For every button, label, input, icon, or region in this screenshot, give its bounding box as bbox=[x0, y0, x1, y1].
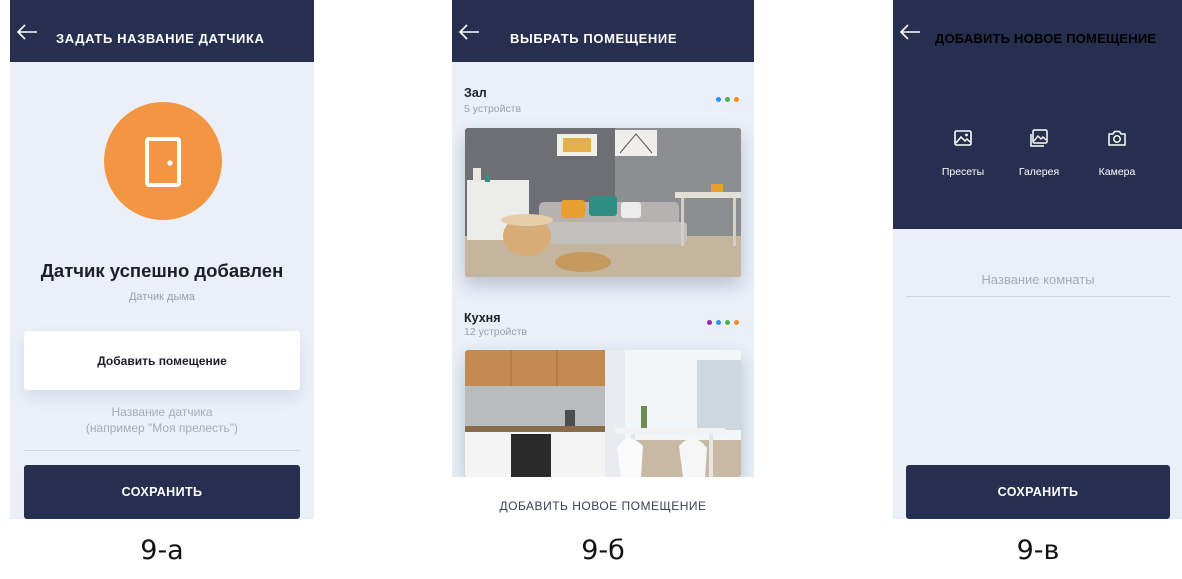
screen-add-new-room: ДОБАВИТЬ НОВОЕ ПОМЕЩЕНИЕ Пресеты Галерея… bbox=[893, 0, 1182, 519]
status-dot bbox=[734, 97, 739, 102]
status-dot bbox=[725, 320, 730, 325]
back-arrow-icon[interactable] bbox=[899, 24, 921, 40]
sensor-icon-badge bbox=[104, 102, 222, 220]
gallery-button[interactable]: Галерея bbox=[999, 128, 1079, 178]
back-arrow-icon[interactable] bbox=[16, 24, 38, 40]
sensor-name-input[interactable]: Название датчика (например "Моя прелесть… bbox=[24, 404, 300, 451]
status-dot bbox=[716, 97, 721, 102]
presets-label: Пресеты bbox=[941, 166, 985, 178]
header-title: ВЫБРАТЬ ПОМЕЩЕНИЕ bbox=[510, 31, 678, 46]
gallery-label: Галерея bbox=[1018, 166, 1060, 178]
add-room-button[interactable]: Добавить помещение bbox=[24, 331, 300, 390]
living-room-photo[interactable] bbox=[465, 128, 741, 277]
status-dot bbox=[725, 97, 730, 102]
room-device-count: 5 устройств bbox=[464, 103, 522, 115]
sensor-name-placeholder-example: (например "Моя прелесть") bbox=[85, 421, 239, 435]
gallery-icon bbox=[1030, 129, 1048, 147]
save-button[interactable]: СОХРАНИТЬ bbox=[906, 465, 1170, 519]
back-arrow-icon[interactable] bbox=[458, 24, 480, 40]
sensor-name-placeholder: Название датчика bbox=[111, 405, 213, 419]
camera-button[interactable]: Камера bbox=[1077, 128, 1157, 178]
success-title: Датчик успешно добавлен bbox=[40, 260, 284, 281]
status-dot bbox=[716, 320, 721, 325]
presets-button[interactable]: Пресеты bbox=[923, 128, 1003, 178]
header-panel: ДОБАВИТЬ НОВОЕ ПОМЕЩЕНИЕ Пресеты Галерея… bbox=[893, 0, 1182, 229]
room-name: Зал bbox=[464, 86, 487, 100]
screen-set-sensor-name: ЗАДАТЬ НАЗВАНИЕ ДАТЧИКА Датчик успешно д… bbox=[10, 0, 314, 519]
room-device-count: 12 устройств bbox=[464, 326, 527, 338]
caption-9v: 9-в bbox=[1016, 535, 1060, 566]
room-status-dots bbox=[716, 97, 739, 103]
header-title: ДОБАВИТЬ НОВОЕ ПОМЕЩЕНИЕ bbox=[935, 31, 1157, 46]
add-new-room-link[interactable]: ДОБАВИТЬ НОВОЕ ПОМЕЩЕНИЕ bbox=[452, 499, 754, 513]
status-dot bbox=[734, 320, 739, 325]
caption-9b: 9-б bbox=[581, 535, 625, 566]
status-dot bbox=[707, 320, 712, 325]
header-bar: ЗАДАТЬ НАЗВАНИЕ ДАТЧИКА bbox=[10, 0, 314, 62]
header-bar: ВЫБРАТЬ ПОМЕЩЕНИЕ bbox=[452, 0, 754, 62]
door-icon bbox=[145, 137, 181, 187]
room-status-dots bbox=[707, 320, 739, 326]
kitchen-photo[interactable] bbox=[465, 350, 741, 477]
image-icon bbox=[954, 130, 972, 146]
caption-9a: 9-а bbox=[140, 535, 184, 566]
camera-label: Камера bbox=[1098, 166, 1136, 178]
room-name-input[interactable]: Название комнаты bbox=[906, 272, 1170, 297]
screen-select-room: ВЫБРАТЬ ПОМЕЩЕНИЕ Зал 5 устройств Кухня … bbox=[452, 0, 754, 477]
room-name: Кухня bbox=[464, 311, 501, 325]
camera-icon bbox=[1108, 130, 1126, 146]
header-title: ЗАДАТЬ НАЗВАНИЕ ДАТЧИКА bbox=[56, 31, 265, 46]
save-button[interactable]: СОХРАНИТЬ bbox=[24, 465, 300, 519]
device-type-label: Датчик дыма bbox=[128, 291, 196, 303]
